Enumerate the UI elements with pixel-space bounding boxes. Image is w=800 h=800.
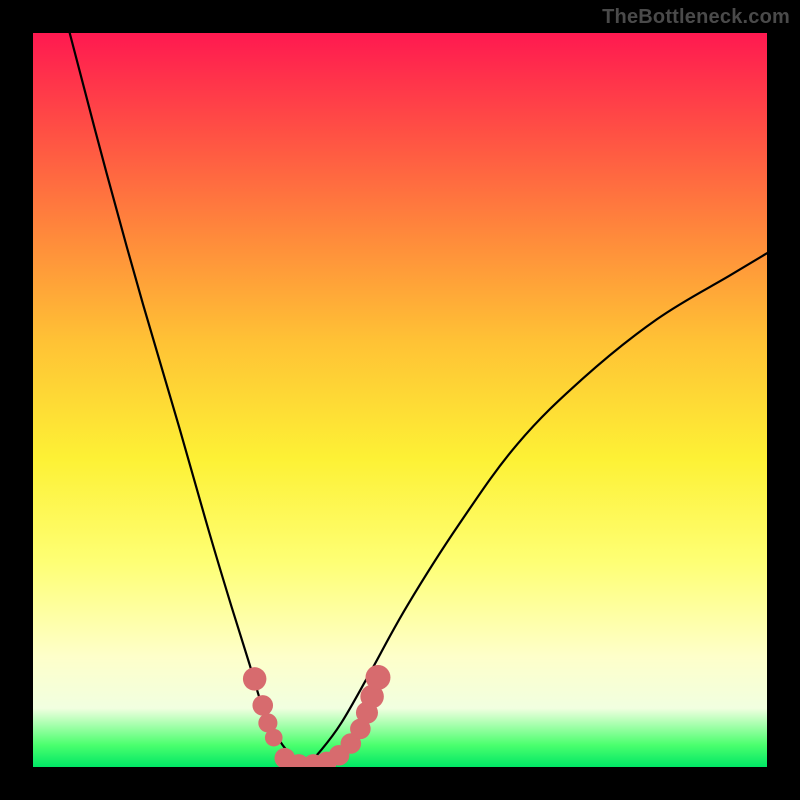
curve-marker [243,667,266,690]
curve-markers [243,665,391,767]
curve-marker [252,695,273,716]
left-curve [70,33,305,767]
plot-area [33,33,767,767]
chart-svg [33,33,767,767]
curve-marker [265,729,283,747]
curve-marker [366,665,391,690]
image-frame: TheBottleneck.com [0,0,800,800]
watermark-text: TheBottleneck.com [602,6,790,29]
